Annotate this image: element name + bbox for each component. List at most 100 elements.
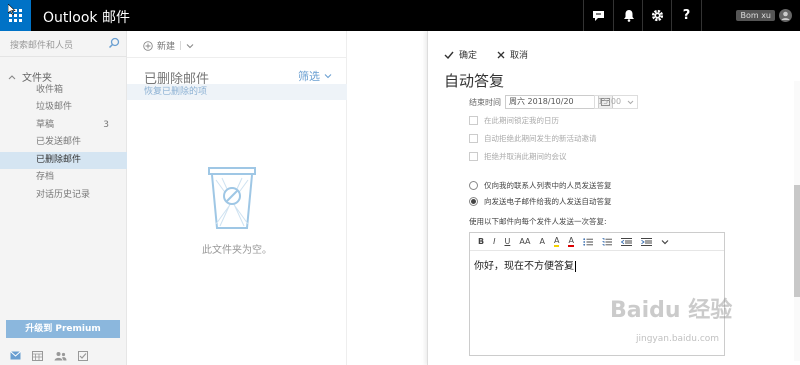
checkbox-box[interactable] (469, 134, 478, 143)
watermark-logo: Baidu 经验 jingyan.baidu.com (610, 292, 790, 362)
numbering-icon[interactable] (602, 237, 612, 246)
end-date-value: 周六 2018/10/20 (509, 97, 574, 106)
divider: | (179, 40, 183, 51)
reply-contacts-only-radio[interactable]: 仅向我的联系人列表中的人员发送答复 (469, 180, 612, 191)
grow-font-button[interactable]: A (540, 237, 545, 246)
folder-junk[interactable]: 垃圾邮件 (0, 99, 127, 116)
font-size-button[interactable]: AA (519, 237, 530, 246)
new-button[interactable]: 新建 | (143, 39, 194, 52)
scrollbar[interactable] (794, 81, 800, 361)
folder-count: 3 (103, 120, 109, 130)
question-icon: ? (682, 8, 691, 23)
folder-inbox[interactable]: 收件箱 (0, 82, 127, 99)
message-list: 新建 | 已删除邮件 筛选 恢复已删除的项 此文件夹为空。 (127, 31, 347, 365)
ok-label: 确定 (459, 51, 478, 61)
folder-deleted[interactable]: 已删除邮件 (0, 152, 127, 169)
search-icon[interactable] (108, 37, 120, 49)
watermark-text: Baidu 经验 (610, 298, 733, 323)
plus-circle-icon (143, 40, 153, 51)
filter-button[interactable]: 筛选 (298, 68, 332, 84)
tasks-icon[interactable] (78, 350, 88, 361)
cancel-button[interactable]: 取消 (497, 48, 528, 61)
empty-folder-message: 此文件夹为空。 (202, 245, 272, 256)
chevron-down-icon[interactable] (186, 43, 194, 49)
reply-everyone-radio[interactable]: 向发送电子邮件给我的人发送自动答复 (469, 196, 612, 207)
end-time-value: 15:00 (598, 97, 622, 106)
new-label: 新建 (157, 42, 176, 52)
folder-label: 对话历史记录 (36, 190, 91, 200)
checkbox-label: 在此期间锁定我的日历 (484, 116, 559, 125)
user-name: Bom xu (736, 10, 775, 21)
gear-icon (651, 9, 664, 22)
message-body: 你好，现在不方便答复 (474, 261, 574, 272)
premium-button[interactable]: 升级到 Premium (6, 320, 120, 338)
close-icon (497, 51, 505, 58)
user-menu[interactable]: Bom xu (701, 0, 800, 31)
end-time-label: 结束时间 (469, 98, 501, 107)
checkbox-box[interactable] (469, 152, 478, 161)
settings-button[interactable] (642, 0, 672, 31)
people-icon[interactable] (54, 351, 67, 361)
indent-icon[interactable] (640, 237, 652, 246)
scrollbar-thumb[interactable] (794, 185, 800, 297)
skype-button[interactable] (583, 0, 613, 31)
mail-icon[interactable] (10, 351, 21, 360)
chevron-down-icon[interactable] (661, 239, 669, 245)
format-toolbar: B I U AA A A A (470, 233, 724, 251)
decline-invites-checkbox[interactable]: 自动拒绝此期间发生的新活动邀请 (469, 133, 597, 144)
cancel-meetings-checkbox[interactable]: 拒绝并取消此期间的会议 (469, 151, 567, 162)
font-color-button[interactable]: A (568, 236, 574, 247)
underline-button[interactable]: U (504, 237, 510, 246)
calendar-icon[interactable] (32, 350, 43, 361)
chevron-down-icon (324, 74, 332, 79)
avatar-icon (779, 9, 792, 22)
app-title: Outlook 邮件 (43, 10, 130, 26)
chat-icon (593, 10, 604, 21)
chevron-down-icon (627, 96, 634, 112)
folder-conversation-history[interactable]: 对话历史记录 (0, 187, 127, 204)
panel-title: 自动答复 (444, 72, 505, 90)
search-box[interactable]: 搜索邮件和人员 (0, 31, 127, 57)
mouse-cursor-icon (7, 0, 16, 19)
outdent-icon[interactable] (620, 237, 632, 246)
send-once-label: 使用以下邮件向每个发件人发送一次答复: (469, 217, 607, 226)
bullets-icon[interactable] (583, 237, 593, 246)
chevron-up-icon (8, 74, 16, 79)
checkbox-label: 拒绝并取消此期间的会议 (484, 152, 567, 161)
reply-message-text[interactable]: 你好，现在不方便答复 (474, 257, 576, 272)
bold-button[interactable]: B (478, 237, 484, 246)
search-input[interactable]: 搜索邮件和人员 (10, 38, 73, 51)
checkbox-box[interactable] (469, 116, 478, 125)
watermark-url: jingyan.baidu.com (636, 334, 720, 344)
reading-pane (347, 31, 427, 365)
radio-button[interactable] (469, 181, 478, 190)
radio-button[interactable] (469, 197, 478, 206)
folder-archive[interactable]: 存档 (0, 169, 127, 186)
ok-button[interactable]: 确定 (444, 48, 477, 61)
trash-bin-icon (207, 166, 257, 234)
bell-icon (623, 10, 634, 22)
notifications-button[interactable] (613, 0, 643, 31)
end-time-select[interactable]: 15:00 (594, 95, 638, 109)
top-bar: Outlook 邮件 ? Bom xu (0, 0, 800, 31)
folder-label: 收件箱 (36, 85, 64, 95)
module-switcher (0, 346, 127, 365)
radio-label: 仅向我的联系人列表中的人员发送答复 (484, 181, 612, 190)
folder-label: 已发送邮件 (36, 137, 82, 147)
cancel-label: 取消 (510, 51, 529, 61)
folder-label: 垃圾邮件 (36, 102, 73, 112)
list-divider (127, 57, 347, 58)
italic-button[interactable]: I (493, 237, 495, 246)
text-caret (575, 260, 576, 272)
filter-label: 筛选 (298, 70, 320, 83)
radio-label: 向发送电子邮件给我的人发送自动答复 (484, 197, 612, 206)
sidebar: 搜索邮件和人员 文件夹 收件箱 垃圾邮件 草稿 3 已发送邮件 已删除邮件 存档 … (0, 31, 127, 365)
folder-sent[interactable]: 已发送邮件 (0, 134, 127, 151)
folder-drafts[interactable]: 草稿 3 (0, 117, 127, 134)
highlight-button[interactable]: A (553, 236, 560, 247)
lock-calendar-checkbox[interactable]: 在此期间锁定我的日历 (469, 115, 559, 126)
checkbox-label: 自动拒绝此期间发生的新活动邀请 (484, 134, 597, 143)
help-button[interactable]: ? (671, 0, 701, 31)
checkmark-icon (444, 51, 454, 59)
recover-deleted-link[interactable]: 恢复已删除的项 (127, 84, 347, 100)
